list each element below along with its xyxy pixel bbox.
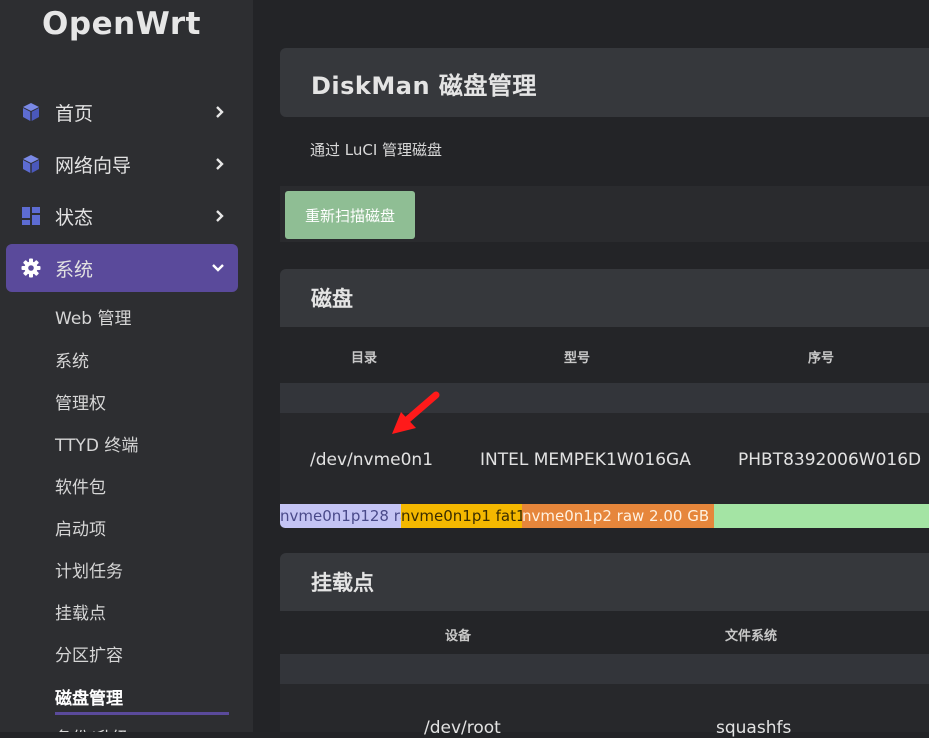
submenu-scheduled-tasks[interactable]: 计划任务 [55,557,123,582]
menu-item-home[interactable]: 首页 [6,88,238,136]
partition-segment-p1[interactable]: nvme0n1p1 fat16 [401,504,522,528]
submenu-mount-points[interactable]: 挂载点 [55,599,106,624]
menu-label: 首页 [55,102,94,125]
table-spacer-row [280,383,929,413]
column-header-model[interactable]: 型号 [564,347,590,366]
gear-icon [20,257,42,279]
dashboard-icon [20,205,42,227]
page-description: 通过 LuCI 管理磁盘 [310,141,443,159]
chevron-right-icon [215,192,225,240]
chevron-down-icon [211,244,225,292]
submenu-web-admin[interactable]: Web 管理 [55,304,131,329]
disks-section-header: 磁盘 [280,269,929,327]
menu-item-status[interactable]: 状态 [6,192,238,240]
submenu-ttyd-terminal[interactable]: TTYD 终端 [55,431,138,456]
partition-label: nvme0n1p128 raw [280,507,401,525]
mount-points-section-header: 挂载点 [280,553,929,611]
mount-points-section-title: 挂载点 [311,571,374,595]
table-spacer-row [280,654,929,684]
submenu-admin-rights[interactable]: 管理权 [55,389,106,414]
submenu-startup[interactable]: 启动项 [55,515,106,540]
active-indicator [55,712,229,715]
menu-label: 网络向导 [55,154,132,177]
mount-device: /dev/root [424,718,501,738]
disk-model: INTEL MEMPEK1W016GA [480,450,691,470]
partition-segment-p2[interactable]: nvme0n1p2 raw 2.00 GB [522,504,714,528]
submenu-system[interactable]: 系统 [55,347,89,372]
submenu-partition-expand[interactable]: 分区扩容 [55,641,123,666]
chevron-right-icon [215,140,225,188]
openwrt-logo[interactable]: OpenWrt [0,6,243,42]
table-row[interactable]: /dev/nvme0n1 INTEL MEMPEK1W016GA PHBT839… [280,413,929,504]
column-header-path[interactable]: 目录 [351,347,377,366]
table-row[interactable]: /dev/root squashfs [280,684,929,738]
disk-serial: PHBT8392006W016D [738,450,922,470]
menu-item-network-wizard[interactable]: 网络向导 [6,140,238,188]
disks-section-title: 磁盘 [311,287,353,311]
mount-points-table-header: 设备 文件系统 [280,611,929,654]
disks-table-header: 目录 型号 序号 [280,327,929,383]
annotation-arrow-icon [392,391,440,434]
page-title-bar: DiskMan 磁盘管理 [280,48,929,117]
disk-path[interactable]: /dev/nvme0n1 [310,450,433,470]
menu-item-system[interactable]: 系统 [6,244,238,292]
submenu-disk-management[interactable]: 磁盘管理 [55,684,123,709]
sidebar: OpenWrt 首页 网络向导 状态 系统 Web 管理 系统 管理权 TTYD… [0,0,253,732]
partition-segment-free[interactable] [714,504,929,528]
mount-filesystem: squashfs [716,718,792,738]
chevron-right-icon [215,88,225,136]
menu-label: 状态 [55,206,94,229]
partition-label: nvme0n1p1 fat16 [401,507,522,525]
column-header-filesystem[interactable]: 文件系统 [725,625,777,644]
cube-icon [20,101,42,123]
menu-label: 系统 [55,258,94,281]
column-header-serial[interactable]: 序号 [808,347,834,366]
submenu-software[interactable]: 软件包 [55,473,106,498]
column-header-device[interactable]: 设备 [445,625,471,644]
rescan-disks-button[interactable]: 重新扫描磁盘 [285,191,415,239]
partition-segment-p128[interactable]: nvme0n1p128 raw [280,504,401,528]
page-title: DiskMan 磁盘管理 [311,72,537,100]
submenu-backup-upgrade[interactable]: 备份/升级 [55,724,129,732]
cube-icon [20,153,42,175]
partition-label: nvme0n1p2 raw 2.00 GB [522,507,710,525]
